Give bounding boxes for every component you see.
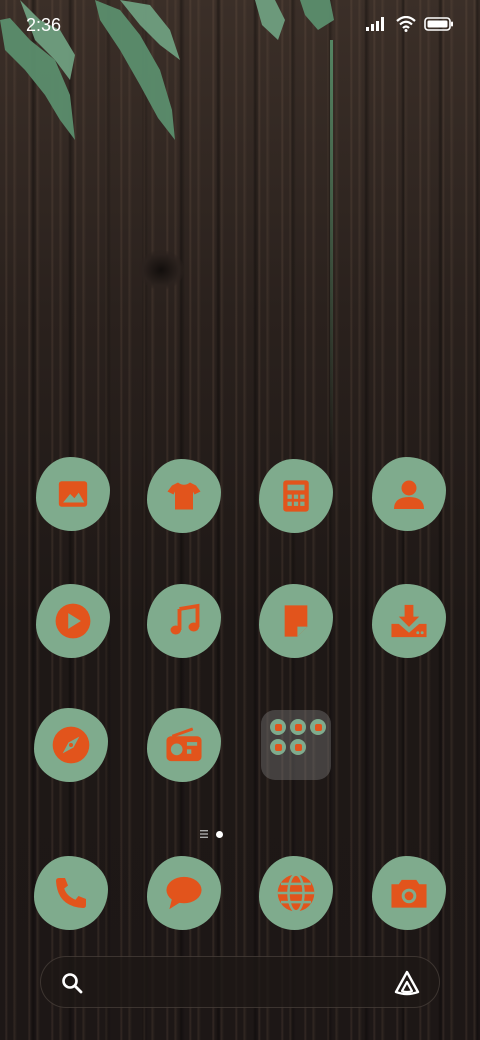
app-folder[interactable] <box>261 710 335 784</box>
app-calculator[interactable] <box>259 459 333 533</box>
app-themes[interactable] <box>147 459 221 533</box>
app-icon-bg <box>372 457 446 531</box>
app-icon-bg <box>259 856 333 930</box>
app-icon-bg <box>147 584 221 658</box>
app-notes[interactable] <box>259 584 333 658</box>
camera-icon <box>391 879 427 908</box>
app-gallery[interactable] <box>36 457 110 531</box>
app-compass[interactable] <box>34 708 108 782</box>
app-music[interactable] <box>147 584 221 658</box>
chat-bubble-icon <box>166 876 202 910</box>
play-icon <box>55 603 91 639</box>
dock-camera[interactable] <box>372 856 446 930</box>
app-icon-bg <box>259 584 333 658</box>
page-dot-active <box>216 830 223 838</box>
dock-browser[interactable] <box>259 856 333 930</box>
image-icon <box>58 481 88 507</box>
dock-phone[interactable] <box>34 856 108 930</box>
radio-icon <box>166 727 202 762</box>
app-icon-bg <box>259 459 333 533</box>
dock-messages[interactable] <box>147 856 221 930</box>
app-icon-bg <box>147 856 221 930</box>
app-downloads[interactable] <box>372 584 446 658</box>
status-bar: 2:36 <box>0 0 480 50</box>
app-video[interactable] <box>36 584 110 658</box>
app-icon-bg <box>34 856 108 930</box>
calculator-icon <box>283 480 309 512</box>
folder-mini-app <box>270 719 286 735</box>
phone-icon <box>56 878 86 908</box>
page-indicator[interactable] <box>200 830 223 838</box>
search-icon[interactable] <box>61 972 83 994</box>
folder-icon <box>261 710 331 780</box>
app-icon-bg <box>36 457 110 531</box>
assistant-icon[interactable] <box>393 969 421 997</box>
folder-mini-app <box>310 719 326 735</box>
list-indicator-icon <box>200 830 208 838</box>
signal-icon <box>366 17 384 31</box>
wood-knot <box>138 250 184 290</box>
folder-mini-app <box>270 739 286 755</box>
music-note-icon <box>170 603 200 635</box>
app-icon-bg <box>372 584 446 658</box>
app-icon-bg <box>147 459 221 533</box>
status-icons <box>366 16 454 32</box>
app-icon-bg <box>372 856 446 930</box>
app-icon-bg <box>34 708 108 782</box>
app-radio[interactable] <box>147 708 221 782</box>
folder-mini-app <box>290 719 306 735</box>
status-time: 2:36 <box>26 15 62 35</box>
app-icon-bg <box>36 584 110 658</box>
tshirt-icon <box>167 482 201 510</box>
person-icon <box>394 480 424 509</box>
note-icon <box>284 605 308 637</box>
app-contacts[interactable] <box>372 457 446 531</box>
download-icon <box>391 604 427 638</box>
globe-icon <box>277 873 315 913</box>
battery-icon <box>424 17 453 31</box>
folder-mini-app <box>290 739 306 755</box>
search-bar[interactable] <box>40 956 440 1008</box>
app-icon-bg <box>147 708 221 782</box>
compass-icon <box>52 726 90 764</box>
wifi-icon <box>396 16 416 32</box>
